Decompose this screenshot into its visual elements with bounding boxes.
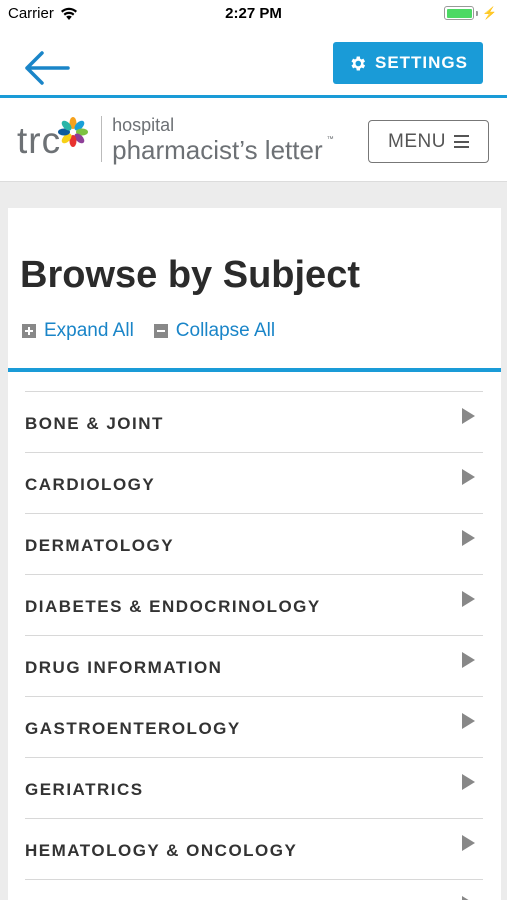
expand-arrow-icon — [462, 713, 475, 729]
logo-line-pharmacists-letter: pharmacist’s letter — [112, 135, 323, 165]
expand-arrow-icon — [462, 408, 475, 424]
menu-label: MENU — [388, 130, 446, 152]
subject-label: DERMATOLOGY — [25, 536, 175, 555]
subject-label: DIABETES & ENDOCRINOLOGY — [25, 597, 321, 616]
settings-button[interactable]: SETTINGS — [333, 42, 483, 84]
battery-icon — [444, 6, 475, 20]
brand-header: trc hospital pharmacist’s letter ™ MENU — [0, 98, 507, 182]
subject-label: GASTROENTEROLOGY — [25, 719, 241, 738]
subject-item[interactable]: HEMATOLOGY & ONCOLOGY — [25, 819, 483, 880]
expand-arrow-icon — [462, 835, 475, 851]
subject-item[interactable]: CARDIOLOGY — [25, 453, 483, 514]
expand-collapse-controls: Expand All Collapse All — [22, 320, 275, 342]
subject-label: CARDIOLOGY — [25, 475, 156, 494]
arrow-left-icon — [25, 51, 70, 85]
expand-all-link[interactable]: Expand All — [22, 320, 134, 342]
logo-divider — [101, 116, 103, 162]
logo-mark: trc — [17, 120, 62, 161]
content-card: Browse by Subject Expand All Collapse Al… — [8, 208, 501, 900]
battery-indicator: ⚡ — [444, 6, 497, 20]
subject-item[interactable]: BONE & JOINT — [25, 392, 483, 453]
logo-line-hospital: hospital — [112, 115, 175, 135]
battery-tip — [476, 10, 479, 16]
settings-label: SETTINGS — [374, 53, 468, 72]
plus-box-icon — [22, 324, 36, 338]
subject-item[interactable]: DRUG INFORMATION — [25, 636, 483, 697]
subject-list: BONE & JOINT CARDIOLOGY DERMATOLOGY DIAB… — [25, 391, 483, 900]
page-title: Browse by Subject — [20, 254, 360, 296]
menu-button[interactable]: MENU — [368, 120, 489, 163]
expand-arrow-icon — [462, 652, 475, 668]
expand-all-label: Expand All — [44, 320, 134, 341]
subject-item[interactable]: DERMATOLOGY — [25, 514, 483, 575]
logo-text: hospital pharmacist’s letter — [112, 114, 323, 164]
flower-logo-icon — [58, 117, 89, 147]
charging-icon: ⚡ — [482, 6, 497, 20]
expand-arrow-icon — [462, 530, 475, 546]
collapse-all-link[interactable]: Collapse All — [153, 320, 276, 342]
expand-arrow-icon — [462, 896, 475, 900]
collapse-all-label: Collapse All — [175, 320, 276, 341]
subject-item[interactable]: GERIATRICS — [25, 758, 483, 819]
expand-arrow-icon — [462, 774, 475, 790]
section-divider — [8, 368, 501, 372]
subject-item-partial[interactable] — [25, 880, 483, 900]
back-button[interactable] — [22, 48, 72, 88]
app-nav-bar: SETTINGS — [0, 28, 507, 95]
subject-label: DRUG INFORMATION — [25, 658, 223, 677]
subject-item[interactable]: GASTROENTEROLOGY — [25, 697, 483, 758]
minus-box-icon — [153, 324, 168, 338]
subject-label: GERIATRICS — [25, 780, 144, 799]
subject-label: BONE & JOINT — [25, 414, 164, 433]
expand-arrow-icon — [462, 469, 475, 485]
battery-level — [446, 8, 472, 18]
status-bar: Carrier 2:27 PM ⚡ — [0, 0, 507, 28]
gear-icon — [351, 56, 366, 70]
subject-label: HEMATOLOGY & ONCOLOGY — [25, 841, 298, 860]
logo[interactable]: trc hospital pharmacist’s letter ™ — [17, 114, 334, 164]
trademark: ™ — [326, 136, 334, 143]
hamburger-icon — [453, 135, 469, 148]
clock: 2:27 PM — [225, 5, 282, 22]
expand-arrow-icon — [462, 591, 475, 607]
subject-item[interactable]: DIABETES & ENDOCRINOLOGY — [25, 575, 483, 636]
